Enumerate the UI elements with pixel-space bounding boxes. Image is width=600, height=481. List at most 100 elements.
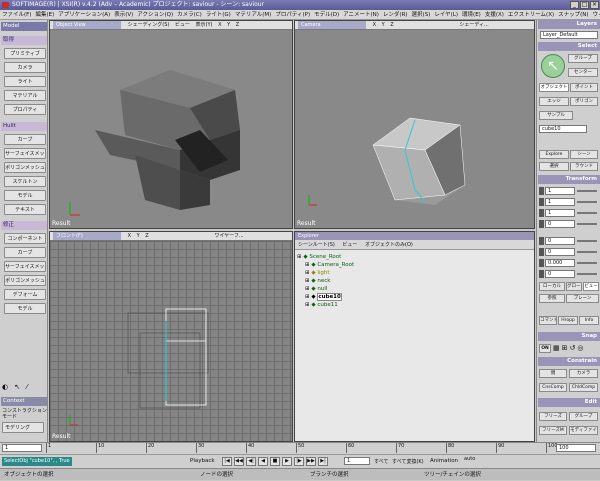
viewport-canvas[interactable]: Result	[50, 241, 292, 441]
timeline-end-field[interactable]: 100	[556, 444, 596, 452]
transform-value-field[interactable]: 1	[545, 198, 575, 206]
goto-end-button[interactable]: ▶|	[318, 457, 328, 466]
snap-header[interactable]: Snap	[538, 332, 600, 341]
next-frame-button[interactable]: |▶	[294, 457, 304, 466]
get-button-2[interactable]: ライト	[4, 76, 46, 87]
global-button[interactable]: グローバル	[566, 282, 582, 291]
transform-value-field[interactable]: 0	[545, 220, 575, 228]
viewport-title[interactable]: Object View	[53, 21, 121, 29]
play-back-button[interactable]: ◀	[258, 457, 268, 466]
get-button-3[interactable]: マテリアル	[4, 90, 46, 101]
transform-slider[interactable]	[577, 212, 597, 214]
menu-item-17[interactable]: スナップ(N)	[556, 12, 590, 18]
scene-root-menu[interactable]: シーンルート(S)	[295, 242, 338, 248]
timeline-ruler[interactable]: 1 10 20 30 40 50 60 70 80 90 100	[46, 443, 558, 454]
plane-button[interactable]: プレーン	[566, 294, 599, 303]
axis-y-button[interactable]: Y	[225, 22, 232, 28]
sample-select-button[interactable]: サンプル	[539, 111, 573, 120]
polygon-select-button[interactable]: ポリゴン	[570, 97, 598, 106]
transform-value-field[interactable]: 1	[545, 187, 575, 195]
explore-button[interactable]: Explore	[539, 150, 569, 159]
freeze-m-button[interactable]: フリーズM	[539, 426, 567, 435]
create-button-5[interactable]: テキスト	[4, 204, 46, 215]
tree-item[interactable]: ⊞ ◆ light	[305, 270, 330, 277]
transform-header[interactable]: Transform	[538, 175, 600, 184]
modify-button[interactable]: モディファイ	[569, 426, 598, 435]
objects-only-menu[interactable]: オブジェクトのみ(O)	[362, 242, 416, 248]
menu-item-16[interactable]: エクストリーム(X)	[506, 12, 556, 18]
menu-item-14[interactable]: 環境(E)	[460, 12, 483, 18]
get-button-1[interactable]: カメラ	[4, 62, 46, 73]
display-menu[interactable]: 表示(Y)	[194, 22, 215, 28]
menu-item-12[interactable]: 選択(S)	[410, 12, 433, 18]
select-arrow-icon[interactable]: ↖	[541, 54, 565, 78]
transform-slider[interactable]	[577, 273, 597, 275]
create-button-1[interactable]: サーフェイスメッシュ	[4, 148, 46, 159]
point-select-button[interactable]: ポイント	[570, 83, 598, 92]
axis-z-button[interactable]: Z	[234, 22, 241, 28]
modify-button-5[interactable]: モデル	[4, 303, 46, 314]
transform-value-field[interactable]: 1	[545, 209, 575, 217]
prev-key-button[interactable]: ◀◀	[234, 457, 244, 466]
chldcomp-button[interactable]: ChldComp	[569, 383, 598, 392]
tool-icons[interactable]: ◐ ↖ ⁄	[2, 383, 46, 393]
axis-y-button[interactable]: Y	[380, 22, 387, 28]
group-select-button[interactable]: グループ	[568, 54, 598, 63]
command-button[interactable]: コマンド	[539, 316, 557, 325]
tree-item[interactable]: ⊞ ◆ cube10	[305, 293, 342, 301]
reference-button[interactable]: 参照	[539, 294, 565, 303]
prev-frame-button[interactable]: ◀|	[246, 457, 256, 466]
viewport-camera[interactable]: Camera X Y Z シェーディ... Result	[294, 20, 535, 229]
get-button-4[interactable]: プロパティ	[4, 104, 46, 115]
snap-on-toggle[interactable]: ON	[539, 344, 551, 353]
transform-slider[interactable]	[577, 223, 597, 225]
goto-start-button[interactable]: |◀	[222, 457, 232, 466]
model-header[interactable]: Model	[1, 22, 47, 31]
stop-button[interactable]: ■	[270, 457, 280, 466]
menu-item-1[interactable]: 編集(E)	[33, 12, 56, 18]
play-button[interactable]: ▶	[282, 457, 292, 466]
selection-button[interactable]: 選択	[539, 162, 569, 171]
menu-item-5[interactable]: カメラ(C)	[175, 12, 204, 18]
info-button[interactable]: Info	[579, 316, 599, 325]
axis-z-button[interactable]: Z	[143, 233, 150, 239]
viewport-canvas[interactable]: Result	[50, 30, 292, 228]
edge-select-button[interactable]: エッジ	[539, 97, 569, 106]
modify-button-2[interactable]: サーフェイスメッシュ	[4, 261, 46, 272]
create-button-3[interactable]: スケルトン	[4, 176, 46, 187]
create-button-4[interactable]: モデル	[4, 190, 46, 201]
timeline[interactable]: 1 1 10 20 30 40 50 60 70 80 90 100 100	[0, 442, 600, 454]
current-frame-field[interactable]: 1	[344, 457, 370, 465]
scene-button[interactable]: シーン	[570, 150, 598, 159]
view-menu[interactable]: ビュー	[173, 22, 192, 28]
modify-header[interactable]: 修正	[1, 221, 47, 230]
axis-z-button[interactable]: Z	[388, 22, 395, 28]
transform-value-field[interactable]: 0	[545, 270, 575, 278]
selection-name-field[interactable]: cube10	[539, 125, 587, 133]
viewport-title[interactable]: Camera	[298, 21, 366, 29]
transform-slider[interactable]	[577, 251, 597, 253]
all-keys-button[interactable]: すべて変換(K)	[392, 458, 424, 465]
transform-value-field[interactable]: 0	[545, 237, 575, 245]
group-button[interactable]: グループ	[569, 412, 598, 421]
transform-slider[interactable]	[577, 240, 597, 242]
viewport-title[interactable]: フロント(F)	[53, 232, 121, 240]
context-mode-select[interactable]: モデリング	[2, 422, 44, 433]
minimize-button[interactable]: _	[570, 1, 579, 9]
menu-item-3[interactable]: 表示(V)	[112, 12, 135, 18]
menu-item-11[interactable]: レンダ(R)	[381, 12, 410, 18]
get-button-0[interactable]: プリミティブ	[4, 48, 46, 59]
transform-slider[interactable]	[577, 190, 597, 192]
transform-slider[interactable]	[577, 201, 597, 203]
menu-item-13[interactable]: レイヤ(L)	[432, 12, 460, 18]
menu-item-0[interactable]: ファイル(F)	[0, 12, 33, 18]
axis-x-button[interactable]: X	[371, 22, 378, 28]
layer-select[interactable]: Layer_Default	[540, 31, 598, 39]
layers-header[interactable]: Layers	[538, 20, 600, 29]
axis-y-button[interactable]: Y	[135, 233, 142, 239]
view-button[interactable]: ビュー	[583, 282, 599, 291]
local-button[interactable]: ローカル	[539, 282, 565, 291]
create-button-0[interactable]: カーブ	[4, 134, 46, 145]
tree-item[interactable]: ⊞ ◆ null	[305, 286, 327, 293]
auto-key-toggle[interactable]: auto	[464, 456, 475, 462]
